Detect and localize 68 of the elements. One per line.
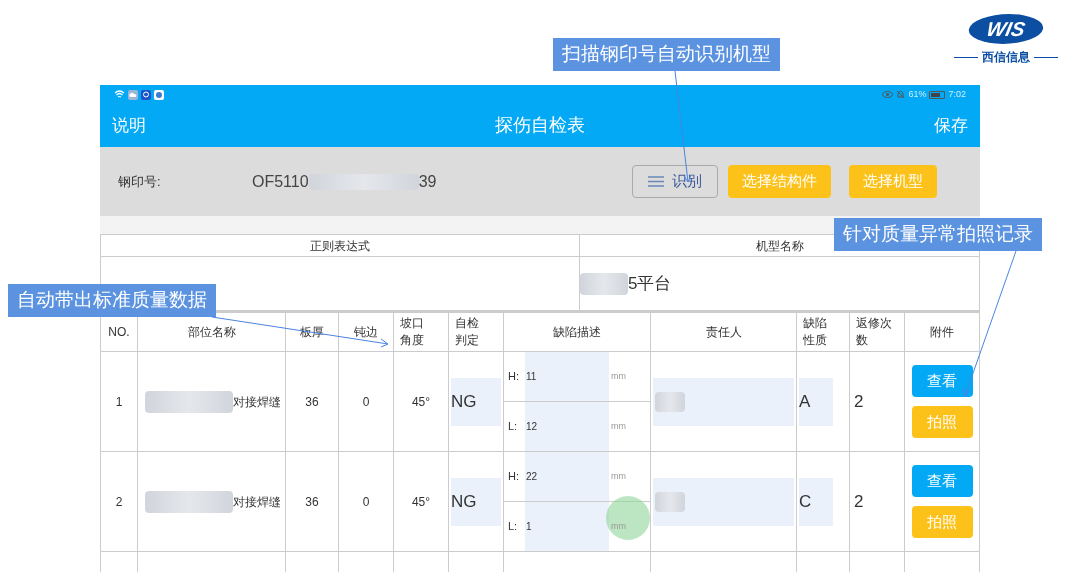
unit-label: mm	[611, 419, 626, 433]
part-name: 对接焊缝	[233, 393, 281, 411]
unit-label: mm	[611, 369, 626, 383]
angle-value: 45°	[394, 352, 449, 452]
thickness-value: 36	[286, 352, 339, 452]
model-name: 5平台	[628, 272, 672, 295]
bulb-icon	[141, 89, 151, 100]
logo-caption: 西信信息	[982, 49, 1030, 66]
defect-label: L:	[508, 419, 519, 435]
row-number: 1	[101, 352, 138, 452]
defect-input[interactable]: 22	[525, 452, 609, 501]
column-header: 自检判定	[455, 315, 480, 349]
unit-label: mm	[611, 469, 626, 483]
defect-input[interactable]: 11	[525, 352, 609, 401]
column-header: 正则表达式	[101, 235, 580, 257]
judgement-field[interactable]: NG	[451, 477, 501, 526]
defect-label: L:	[508, 519, 519, 535]
owner-field[interactable]	[653, 477, 794, 526]
stamp-label: 钢印号:	[118, 172, 162, 191]
battery-icon	[929, 90, 946, 99]
column-header: 缺陷性质	[803, 315, 828, 349]
column-header: 返修次数	[856, 315, 893, 349]
blunt-edge-value: 0	[339, 352, 394, 452]
battery-percent: 61%	[908, 87, 927, 101]
repair-count: 2	[850, 352, 905, 452]
stamp-number-end: 39	[418, 171, 437, 192]
globe-icon	[154, 89, 164, 100]
stamp-number-start: OF5110	[252, 171, 309, 192]
column-header: NO.	[108, 323, 130, 341]
clock-time: 7:02	[948, 87, 966, 101]
defect-input[interactable]: 12	[525, 402, 609, 451]
redaction-blur	[580, 272, 628, 295]
blunt-edge-value: 0	[339, 452, 394, 552]
redaction-blur	[655, 391, 685, 412]
defect-input[interactable]: 1	[525, 502, 609, 551]
recognize-button[interactable]: 识别	[632, 165, 718, 198]
view-button[interactable]: 查看	[911, 465, 973, 497]
unit-label: mm	[611, 519, 626, 533]
callout-label: 自动带出标准质量数据	[8, 284, 216, 317]
eye-icon	[882, 91, 894, 98]
muted-bell-icon	[896, 90, 906, 99]
repair-count: 2	[850, 452, 905, 552]
defect-nature-field[interactable]: C	[799, 477, 833, 526]
wifi-icon	[114, 90, 125, 99]
thickness-value: 36	[286, 452, 339, 552]
screen-title: 探伤自检表	[495, 114, 585, 137]
cloud-icon	[128, 89, 138, 100]
owner-field[interactable]	[653, 377, 794, 426]
judgement-field[interactable]: NG	[451, 377, 501, 426]
angle-value: 45°	[394, 452, 449, 552]
part-name: 对接焊缝	[233, 493, 281, 511]
row-number: 2	[101, 452, 138, 552]
column-header: 责任人	[705, 323, 742, 341]
column-header: 钝边	[354, 323, 378, 341]
redaction-blur	[655, 491, 685, 512]
column-header: 部位名称	[187, 323, 236, 341]
defect-label: H:	[508, 369, 520, 385]
defect-label: H:	[508, 469, 520, 485]
view-button[interactable]: 查看	[911, 365, 973, 397]
help-button[interactable]: 说明	[112, 112, 146, 139]
column-header: 坡口角度	[400, 315, 425, 349]
column-header: 缺陷描述	[553, 323, 601, 341]
save-button[interactable]: 保存	[934, 112, 968, 139]
callout-label: 扫描钢印号自动识别机型	[553, 38, 780, 71]
column-header: 附件	[930, 323, 954, 341]
callout-label: 针对质量异常拍照记录	[834, 218, 1042, 251]
defect-nature-field[interactable]: A	[799, 377, 833, 426]
menu-icon	[648, 176, 664, 187]
